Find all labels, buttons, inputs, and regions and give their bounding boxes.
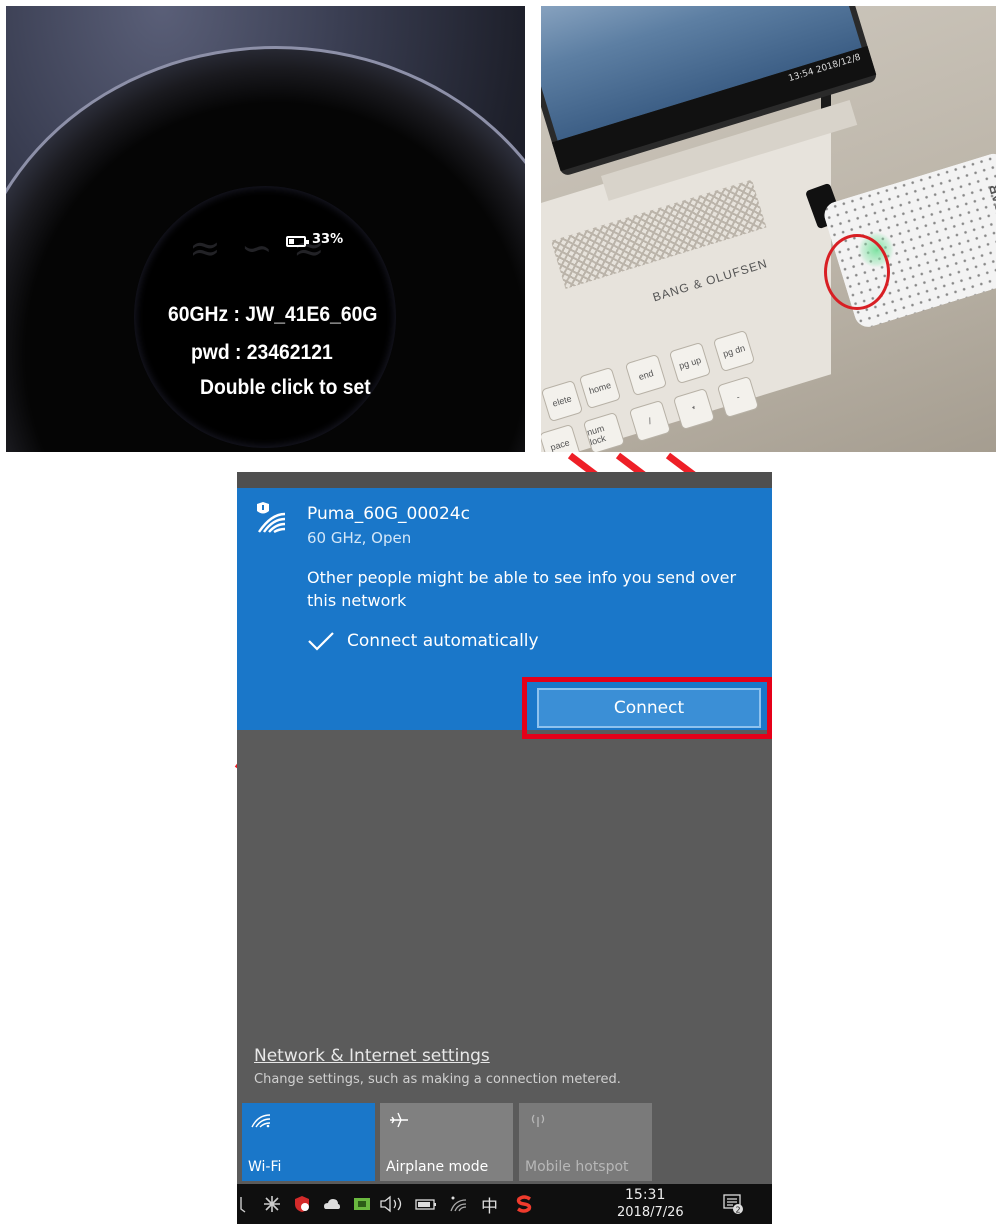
page: ≈ ∽ ≈ 33% 60GHz : JW_41E6_60G pwd : 2346… bbox=[0, 0, 996, 1224]
network-flyout: Puma_60G_00024c 60 GHz, Open Other peopl… bbox=[237, 472, 772, 1224]
led-highlight-circle bbox=[824, 234, 890, 310]
hotspot-tile-label: Mobile hotspot bbox=[525, 1159, 629, 1175]
round-display: ≈ ∽ ≈ 33% 60GHz : JW_41E6_60G pwd : 2346… bbox=[134, 186, 396, 448]
network-settings-description: Change settings, such as making a connec… bbox=[254, 1072, 621, 1087]
airplane-icon bbox=[390, 1112, 408, 1128]
battery-icon[interactable] bbox=[415, 1195, 439, 1213]
open-wifi-shield-icon bbox=[257, 502, 286, 534]
volume-icon[interactable] bbox=[379, 1195, 407, 1213]
hotspot-icon bbox=[531, 1114, 545, 1127]
network-settings-link[interactable]: Network & Internet settings bbox=[254, 1046, 490, 1066]
mobile-hotspot-quick-action[interactable]: Mobile hotspot bbox=[519, 1103, 652, 1181]
notification-count: 2 bbox=[735, 1206, 740, 1215]
shield-icon[interactable] bbox=[293, 1195, 311, 1213]
network-name: Puma_60G_00024c bbox=[307, 504, 470, 524]
cloud-icon[interactable] bbox=[323, 1195, 341, 1213]
password-line: pwd : 23462121 bbox=[191, 341, 333, 364]
dongle-brand: SUGAR bbox=[985, 182, 996, 232]
laptop-dongle-photo: 13:54 2018/12/8 BANG & OLUFSEN elete hom… bbox=[541, 6, 996, 452]
wifi-icon[interactable] bbox=[449, 1195, 467, 1213]
connect-button[interactable]: Connect bbox=[537, 688, 761, 728]
airplane-tile-label: Airplane mode bbox=[386, 1159, 489, 1175]
wifi-tile-label: Wi-Fi bbox=[248, 1159, 282, 1175]
router-display-photo: ≈ ∽ ≈ 33% 60GHz : JW_41E6_60G pwd : 2346… bbox=[6, 6, 525, 452]
network-details: 60 GHz, Open bbox=[307, 529, 412, 547]
wifi-quick-action[interactable]: Wi-Fi bbox=[242, 1103, 375, 1181]
laptop-clock-time: 13:54 bbox=[787, 66, 816, 85]
checkmark-icon bbox=[308, 632, 334, 651]
taskbar-time[interactable]: 15:31 bbox=[625, 1187, 665, 1204]
security-warning: Other people might be able to see info y… bbox=[307, 568, 737, 610]
snowflake-icon[interactable] bbox=[263, 1195, 281, 1213]
airplane-mode-quick-action[interactable]: Airplane mode bbox=[380, 1103, 513, 1181]
taskbar-date[interactable]: 2018/7/26 bbox=[617, 1205, 684, 1220]
battery-icon bbox=[286, 236, 309, 247]
pen-icon[interactable] bbox=[237, 1195, 255, 1213]
connect-automatically-checkbox[interactable]: Connect automatically bbox=[307, 630, 539, 652]
windows-taskbar: 中 15:31 2018/7/26 2 bbox=[237, 1184, 772, 1224]
ssid-line: 60GHz : JW_41E6_60G bbox=[168, 303, 378, 326]
battery-fill bbox=[289, 239, 294, 244]
battery-percent: 33% bbox=[312, 232, 344, 247]
action-center-icon[interactable]: 2 bbox=[723, 1194, 743, 1214]
ime-icon[interactable]: 中 bbox=[481, 1192, 499, 1217]
connect-automatically-label: Connect automatically bbox=[347, 631, 539, 651]
sogou-icon[interactable] bbox=[515, 1195, 533, 1213]
nvidia-icon[interactable] bbox=[353, 1195, 371, 1213]
network-item-selected[interactable]: Puma_60G_00024c 60 GHz, Open Other peopl… bbox=[237, 488, 772, 739]
flyout-top-edge bbox=[237, 472, 772, 488]
wifi-icon bbox=[251, 1114, 271, 1128]
hint-line: Double click to set bbox=[200, 376, 371, 399]
